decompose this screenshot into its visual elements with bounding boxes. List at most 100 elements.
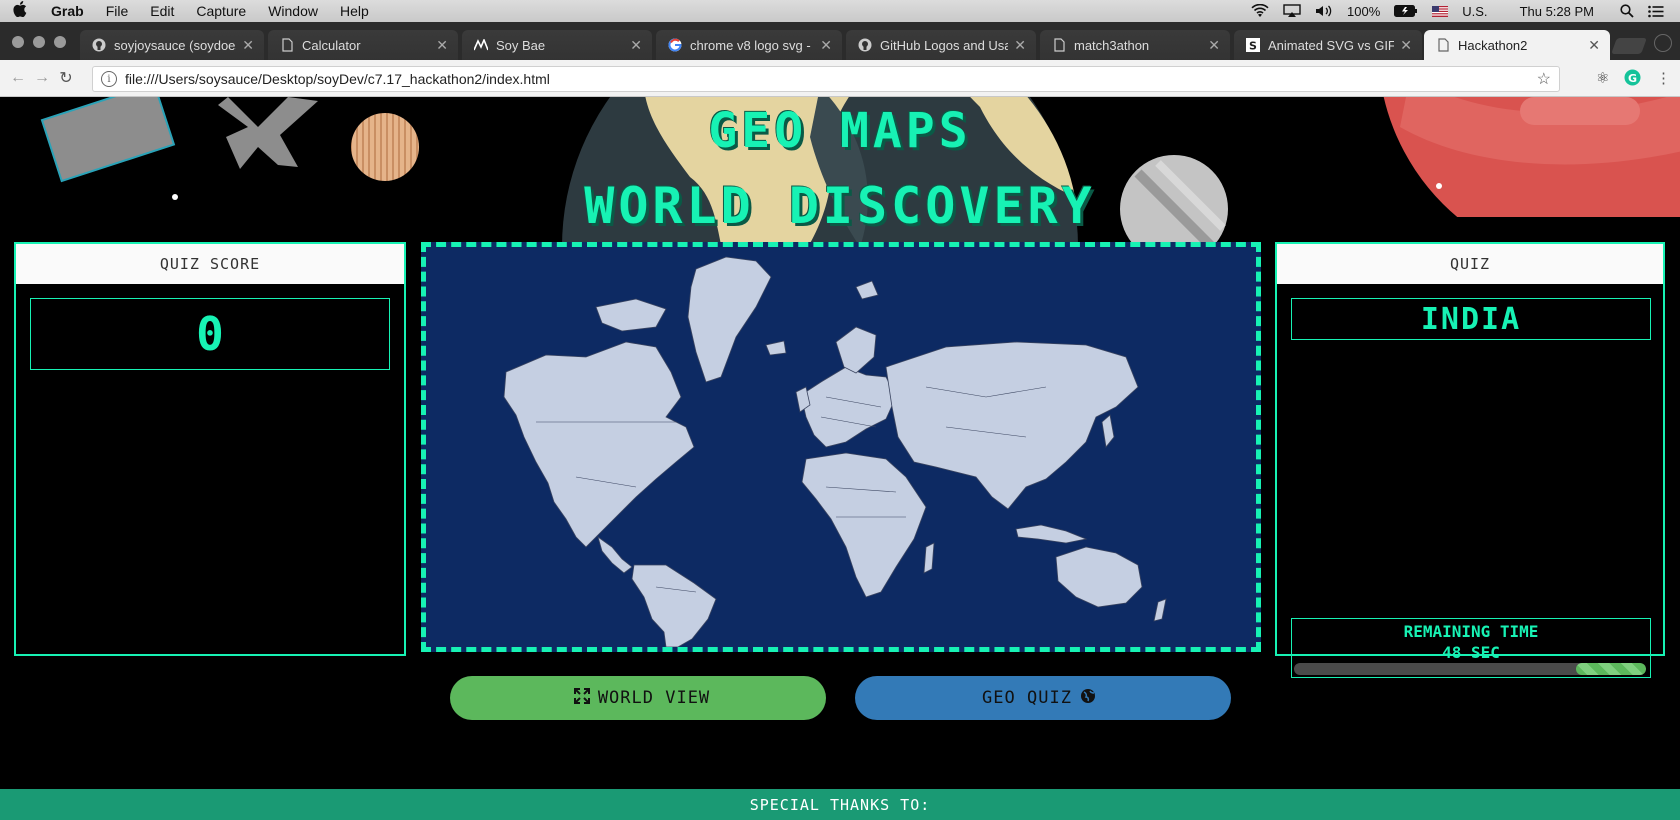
web-page: GEO MAPS WORLD DISCOVERY QUIZ SCORE 0 QU… [0,97,1680,820]
expand-icon [573,687,590,709]
menu-capture[interactable]: Capture [185,3,257,19]
info-icon[interactable]: i [101,71,117,87]
new-tab-button[interactable] [1611,38,1647,54]
address-bar[interactable]: i file:///Users/soysauce/Desktop/soyDev/… [92,66,1560,92]
tab-title: chrome v8 logo svg - Go [690,37,814,53]
score-display: 0 [30,298,390,370]
zoom-window-button[interactable] [54,36,66,48]
map-region-madagascar [923,542,935,574]
close-tab-icon[interactable]: ✕ [1208,37,1220,54]
time-progress-bar [1294,663,1646,675]
score-value: 0 [196,307,224,361]
menu-edit[interactable]: Edit [139,3,185,19]
minimize-window-button[interactable] [33,36,45,48]
react-devtools-icon[interactable]: ⚛ [1596,69,1609,87]
map-region-asia [885,341,1139,510]
map-region-africa [801,452,927,598]
browser-tab[interactable]: Calculator ✕ [268,30,458,60]
close-tab-icon[interactable]: ✕ [1588,37,1600,54]
tab-title: soyjoysauce (soydoesco [114,37,236,53]
browser-tab[interactable]: match3athon ✕ [1040,30,1230,60]
chrome-menu-icon[interactable]: ⋮ [1656,69,1671,87]
grammarly-icon[interactable]: G [1624,69,1641,90]
menu-help[interactable]: Help [329,3,380,19]
map-region-greenland [687,256,772,383]
input-source-label[interactable]: U.S. [1462,4,1487,19]
tab-title: Animated SVG vs GIF [C [1268,37,1395,53]
map-region-indonesia [1015,524,1088,544]
browser-tab-strip: soyjoysauce (soydoesco ✕ Calculator ✕ So… [0,22,1680,60]
quiz-panel: QUIZ INDIA REMAINING TIME 48 SEC [1275,242,1665,678]
map-region-new-zealand [1153,598,1167,622]
world-map-frame[interactable] [421,242,1261,652]
browser-tab[interactable]: Soy Bae ✕ [462,30,652,60]
map-region-japan [1101,414,1115,448]
close-tab-icon[interactable]: ✕ [1014,37,1026,54]
apple-menu-icon[interactable] [0,1,40,21]
tab-title: Soy Bae [496,37,546,53]
world-map[interactable] [426,247,1256,647]
close-tab-icon[interactable]: ✕ [820,37,832,54]
quiz-country-display: INDIA [1291,298,1651,340]
quiz-country-name: INDIA [1420,301,1522,337]
battery-percent: 100% [1347,3,1381,19]
spotlight-search-icon[interactable] [1620,4,1634,18]
menu-file[interactable]: File [95,3,140,19]
close-tab-icon[interactable]: ✕ [630,37,642,54]
google-icon [668,38,682,52]
tab-title: Hackathon2 [1458,37,1528,53]
address-url[interactable]: file:///Users/soysauce/Desktop/soyDev/c7… [125,71,550,87]
tab-title: Calculator [302,37,361,53]
map-region-svalbard [855,280,879,300]
wifi-icon[interactable] [1251,4,1269,18]
profile-icon[interactable] [1654,34,1672,52]
page-subtitle: WORLD DISCOVERY [584,177,1096,235]
macos-menu-bar: Grab File Edit Capture Window Help 100% … [0,0,1680,22]
remaining-time-label: REMAINING TIME [1403,622,1539,641]
close-tab-icon[interactable]: ✕ [242,37,254,54]
browser-tab[interactable]: GitHub Logos and Usag ✕ [846,30,1036,60]
battery-icon[interactable] [1394,5,1418,17]
map-region-scandinavia [835,326,877,374]
github-icon [858,38,872,52]
browser-tab[interactable]: soyjoysauce (soydoesco ✕ [80,30,264,60]
map-region-iceland [765,340,787,356]
world-view-label: WORLD VIEW [597,688,711,708]
github-icon [92,38,106,52]
world-view-button[interactable]: WORLD VIEW [450,676,826,720]
page-title: GEO MAPS [708,103,972,159]
svg-text:S: S [1249,40,1257,53]
svg-text:G: G [1628,72,1637,85]
back-arrow-icon[interactable]: ← [6,69,30,87]
time-progress-fill [1575,663,1646,675]
geo-quiz-label: GEO QUIZ [982,688,1072,708]
map-region-europe [800,366,897,448]
menu-window[interactable]: Window [257,3,329,19]
globe-icon [1080,688,1096,709]
browser-tab[interactable]: chrome v8 logo svg - Go ✕ [656,30,842,60]
close-window-button[interactable] [12,36,24,48]
browser-toolbar: ← → ↻ i file:///Users/soysauce/Desktop/s… [0,60,1680,97]
us-flag-icon[interactable] [1432,5,1449,17]
reload-icon[interactable]: ↻ [54,68,78,88]
volume-icon[interactable] [1315,4,1333,18]
document-icon [1052,38,1066,52]
bae-icon [474,38,488,52]
menu-app-name[interactable]: Grab [40,3,95,19]
browser-tab-active[interactable]: Hackathon2 ✕ [1424,30,1610,60]
close-tab-icon[interactable]: ✕ [436,37,448,54]
notification-center-icon[interactable] [1648,5,1664,18]
airplay-icon[interactable] [1283,4,1301,18]
browser-tab[interactable]: S Animated SVG vs GIF [C ✕ [1234,30,1422,60]
quiz-header: QUIZ [1277,244,1663,284]
page-footer: SPECIAL THANKS TO: [0,789,1680,820]
forward-arrow-icon[interactable]: → [30,69,54,87]
map-region-australia [1055,546,1143,608]
bookmark-star-icon[interactable]: ☆ [1537,69,1551,89]
geo-quiz-button[interactable]: GEO QUIZ [855,676,1231,720]
close-tab-icon[interactable]: ✕ [1400,37,1412,54]
map-region-south-america [631,564,717,647]
s-icon: S [1246,38,1260,52]
menubar-clock[interactable]: Thu 5:28 PM [1520,4,1594,19]
document-icon [280,38,294,52]
